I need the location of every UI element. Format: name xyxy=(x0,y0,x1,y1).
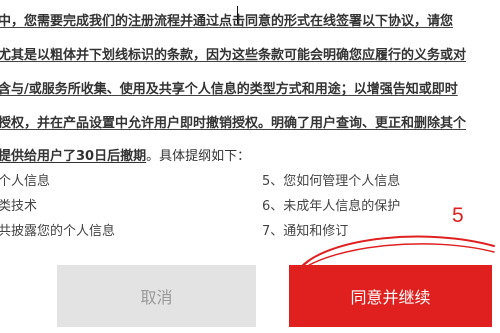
text-cursor xyxy=(237,6,238,24)
agreement-line-5: 提供给用户了30日后撤期。具体提纲如下： xyxy=(0,145,250,164)
agreement-line-2: 尤其是以粗体并下划线标识的条款，因为这些条款可能会明确您应履行的义务或对 xyxy=(0,48,467,63)
agreement-line-4: 授权，并在产品设置中允许用户即时撤销授权。明确了用户查询、更正和删除其个 xyxy=(0,116,467,131)
toc-item-right-3: 7、通知和修订 xyxy=(262,224,349,239)
toc-item-left-3: 共披露您的个人信息 xyxy=(0,224,116,239)
agreement-line-5-normal: 。具体提纲如下： xyxy=(146,149,251,164)
agreement-line-5-underlined: 提供给用户了30日后撤期 xyxy=(0,149,147,164)
agreement-line-1: 中，您需要完成我们的注册流程并通过点击同意的形式在线签署以下协议，请您 xyxy=(0,14,454,29)
annotation-step-number: 5 xyxy=(452,204,464,227)
toc-item-right-1: 5、您如何管理个人信息 xyxy=(262,174,401,189)
toc-item-left-2: 类技术 xyxy=(0,199,38,214)
agreement-line-3: 含与/或服务所收集、使用及共享个人信息的类型方式和用途；以增强告知或即时 xyxy=(0,82,458,97)
toc-item-right-2: 6、未成年人信息的保护 xyxy=(262,199,401,214)
toc-item-left-1: 个人信息 xyxy=(0,174,51,189)
agree-continue-button[interactable]: 同意并继续 xyxy=(289,265,492,327)
cancel-button[interactable]: 取消 xyxy=(57,265,256,327)
